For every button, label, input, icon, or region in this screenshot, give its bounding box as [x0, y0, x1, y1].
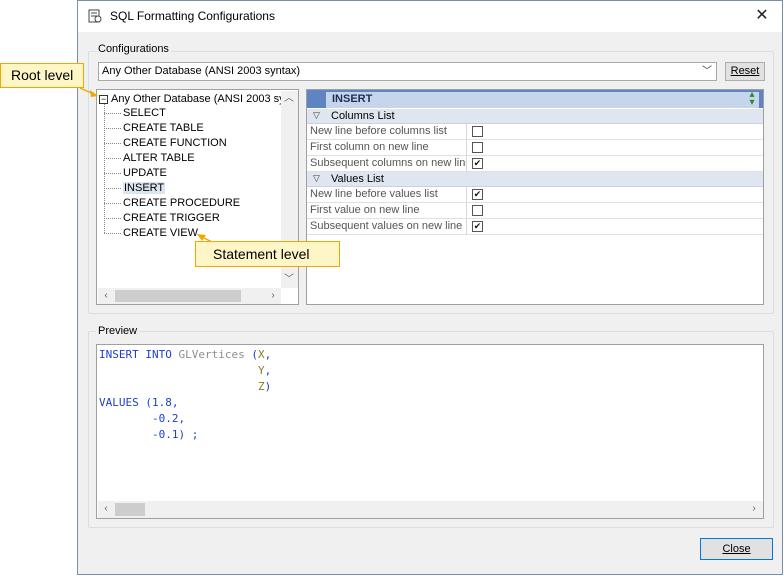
tree-connector	[104, 203, 121, 204]
window-title: SQL Formatting Configurations	[110, 9, 275, 23]
tree-item-insert-label: INSERT	[123, 182, 166, 194]
tree-item-create-function[interactable]: CREATE FUNCTION	[123, 137, 227, 149]
scroll-right-icon[interactable]: ›	[265, 288, 281, 304]
property-row[interactable]: First value on new line	[307, 203, 763, 219]
sql-code: INSERT INTO GLVertices (X, Y, Z) VALUES …	[99, 348, 272, 441]
close-button[interactable]: Close	[700, 538, 773, 560]
tree-item-select[interactable]: SELECT	[123, 107, 166, 119]
sql-preview[interactable]: INSERT INTO GLVertices (X, Y, Z) VALUES …	[96, 344, 764, 519]
tree-connector	[104, 103, 105, 233]
property-name: Subsequent values on new line	[307, 219, 467, 234]
code-keyword: VALUES	[99, 396, 139, 409]
category-label: Columns List	[331, 110, 395, 122]
configurations-group-label: Configurations	[96, 43, 171, 55]
property-grid[interactable]: INSERT ▴ ▾ ▽ Columns List New line before…	[306, 89, 764, 305]
tree-item-insert[interactable]: INSERT	[123, 182, 166, 194]
statement-tree[interactable]: − Any Other Database (ANSI 2003 sy SELEC…	[96, 89, 299, 305]
property-checkbox[interactable]	[472, 205, 483, 216]
property-checkbox[interactable]	[472, 142, 483, 153]
tree-connector	[104, 113, 121, 114]
category-label: Values List	[331, 173, 384, 185]
code-value: -0.2	[151, 412, 179, 425]
callout-root-level-text: Root level	[11, 67, 74, 83]
property-name: First column on new line	[307, 140, 467, 155]
property-name: First value on new line	[307, 203, 467, 218]
property-grid-title-bar	[326, 92, 759, 108]
property-row[interactable]: Subsequent values on new line ✔	[307, 219, 763, 235]
close-window-icon[interactable]: ✕	[752, 7, 772, 27]
tree-connector	[104, 188, 121, 189]
tree-connector	[104, 143, 121, 144]
code-column: Y	[257, 364, 265, 377]
collapse-icon[interactable]: −	[99, 95, 108, 104]
code-keyword: INSERT INTO	[99, 348, 172, 361]
tree-connector	[104, 158, 121, 159]
tree-item-create-table[interactable]: CREATE TABLE	[123, 122, 204, 134]
callout-statement-level: Statement level	[195, 241, 340, 267]
scroll-left-icon[interactable]: ‹	[98, 288, 114, 304]
property-grid-title: INSERT	[332, 93, 373, 105]
reset-button-label: Reset	[730, 65, 760, 77]
tree-item-update[interactable]: UPDATE	[123, 167, 167, 179]
property-name: Subsequent columns on new line	[307, 156, 467, 171]
chevron-down-icon[interactable]: ﹀	[699, 64, 715, 79]
scroll-down-icon[interactable]: ﹀	[281, 272, 297, 288]
tree-connector	[104, 128, 121, 129]
dialog-window: SQL Formatting Configurations ✕ Configur…	[77, 0, 783, 575]
property-name: New line before values list	[307, 187, 467, 202]
category-columns-list[interactable]: ▽ Columns List	[307, 109, 763, 124]
expand-collapse-all-icon[interactable]: ▴ ▾	[745, 90, 759, 108]
app-icon	[88, 9, 102, 23]
scroll-up-icon[interactable]: ︿	[281, 91, 297, 107]
property-row[interactable]: New line before columns list	[307, 124, 763, 140]
property-name: New line before columns list	[307, 124, 467, 139]
scroll-right-icon[interactable]: ›	[746, 501, 762, 517]
scroll-thumb[interactable]	[115, 290, 241, 302]
property-checkbox[interactable]: ✔	[472, 158, 483, 169]
tree-connector	[104, 173, 121, 174]
property-checkbox[interactable]: ✔	[472, 221, 483, 232]
code-value: -0.1	[151, 428, 179, 441]
collapse-triangle-icon[interactable]: ▽	[313, 110, 320, 121]
preview-horizontal-scrollbar[interactable]: ‹ ›	[98, 501, 763, 518]
tree-item-alter-table[interactable]: ALTER TABLE	[123, 152, 195, 164]
code-table-name: GLVertices	[178, 348, 245, 361]
reset-button[interactable]: Reset	[725, 62, 765, 81]
property-row[interactable]: First column on new line	[307, 140, 763, 156]
tree-root-item[interactable]: Any Other Database (ANSI 2003 sy	[111, 93, 285, 105]
property-checkbox[interactable]	[472, 126, 483, 137]
tree-item-create-view[interactable]: CREATE VIEW	[123, 227, 198, 239]
category-values-list[interactable]: ▽ Values List	[307, 172, 763, 187]
code-column: Z	[257, 380, 265, 393]
configuration-combobox-value: Any Other Database (ANSI 2003 syntax)	[102, 65, 301, 77]
title-bar: SQL Formatting Configurations ✕	[78, 1, 782, 32]
collapse-triangle-icon[interactable]: ▽	[313, 173, 320, 184]
tree-connector	[104, 218, 121, 219]
tree-item-create-trigger[interactable]: CREATE TRIGGER	[123, 212, 220, 224]
close-button-label: Close	[722, 543, 751, 555]
preview-group-label: Preview	[96, 325, 140, 337]
configuration-combobox[interactable]: Any Other Database (ANSI 2003 syntax) ﹀	[98, 62, 717, 81]
property-checkbox[interactable]: ✔	[472, 189, 483, 200]
code-column: X	[257, 348, 265, 361]
code-value: 1.8	[152, 396, 172, 409]
scroll-left-icon[interactable]: ‹	[98, 501, 114, 517]
property-grid-header: INSERT ▴ ▾	[307, 90, 763, 108]
tree-horizontal-scrollbar[interactable]: ‹ ›	[98, 288, 281, 304]
property-row[interactable]: Subsequent columns on new line ✔	[307, 156, 763, 172]
callout-root-level: Root level	[0, 63, 84, 88]
scroll-thumb[interactable]	[115, 503, 145, 516]
tree-connector	[104, 233, 121, 234]
property-row[interactable]: New line before values list ✔	[307, 187, 763, 203]
tree-item-create-procedure[interactable]: CREATE PROCEDURE	[123, 197, 240, 209]
callout-statement-level-text: Statement level	[213, 246, 310, 262]
